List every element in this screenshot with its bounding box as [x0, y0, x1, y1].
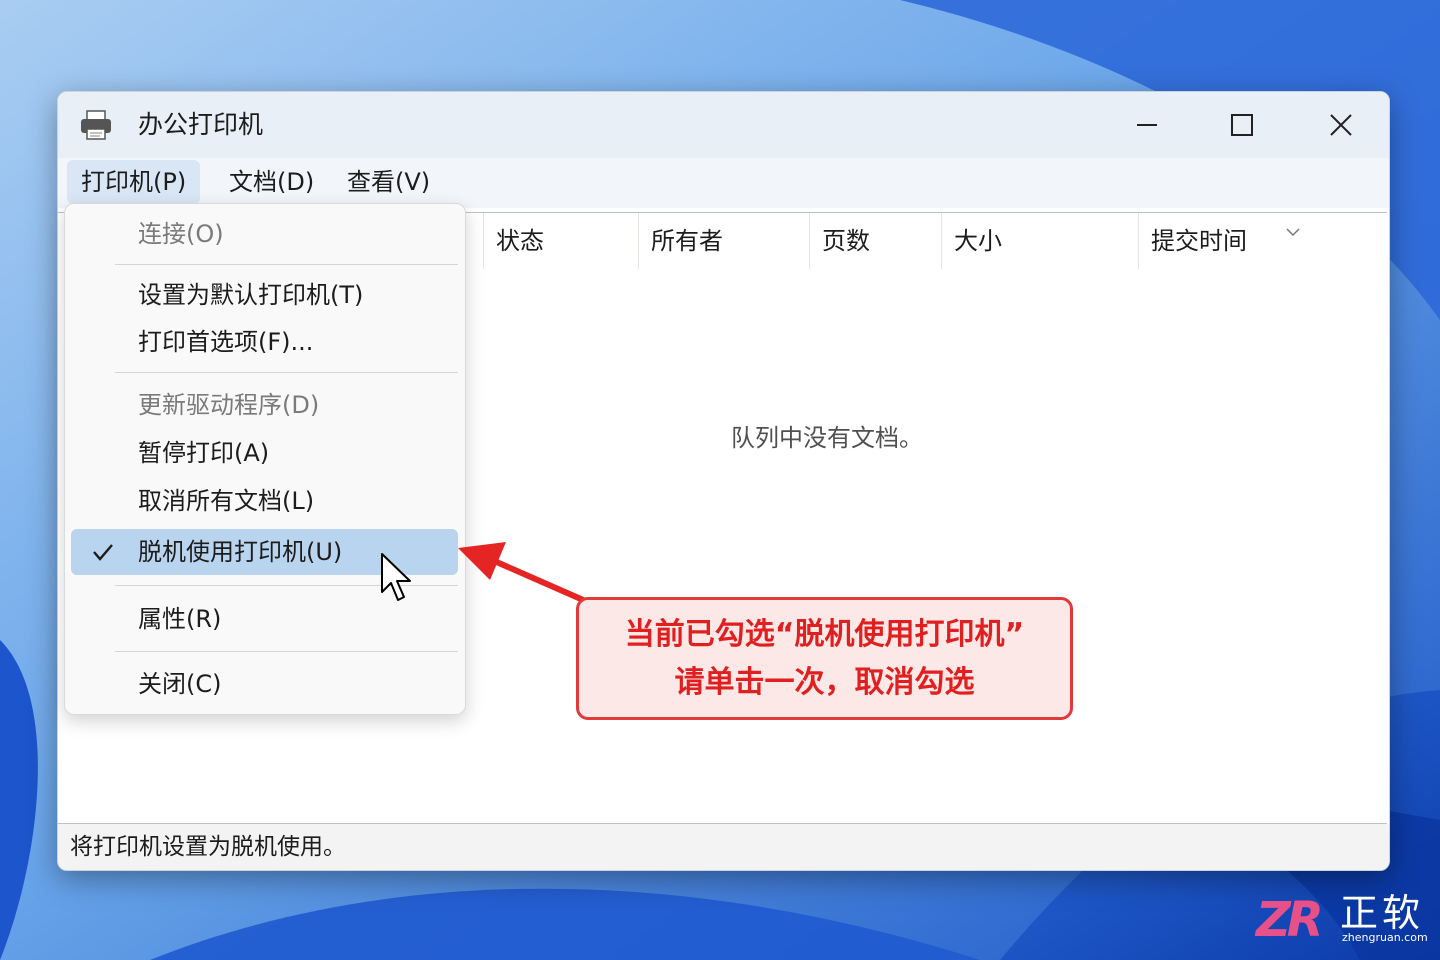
callout-line-1: 当前已勾选“脱机使用打印机”: [624, 616, 1025, 652]
callout-line-2: 请单击一次，取消勾选: [674, 664, 975, 700]
minimize-icon: [1137, 124, 1157, 126]
menu-view[interactable]: 查看(V): [333, 160, 444, 204]
printer-menu-dropdown: 连接(O) 设置为默认打印机(T) 打印首选项(F)... 更新驱动程序(D) …: [64, 203, 466, 715]
printer-icon: [81, 110, 111, 140]
close-icon: [1330, 114, 1352, 136]
column-header-submitted[interactable]: 提交时间: [1138, 213, 1386, 269]
menu-item-connect: 连接(O): [138, 220, 224, 248]
watermark: ZR 正软 zhengruan.com: [1256, 891, 1428, 948]
menu-separator: [115, 264, 458, 265]
mouse-pointer-icon: [381, 553, 411, 601]
title-bar[interactable]: 办公打印机: [58, 92, 1389, 158]
menu-item-close[interactable]: 关闭(C): [71, 661, 458, 707]
menu-item-cancel-all-documents[interactable]: 取消所有文档(L): [71, 478, 458, 524]
close-button[interactable]: [1301, 100, 1381, 150]
watermark-brand: 正软: [1340, 891, 1425, 935]
menu-separator: [115, 651, 458, 652]
column-header-owner[interactable]: 所有者: [638, 213, 809, 269]
checkmark-icon: [93, 544, 113, 561]
minimize-button[interactable]: [1107, 100, 1187, 150]
column-header-size[interactable]: 大小: [941, 213, 1138, 269]
menu-item-printing-preferences[interactable]: 打印首选项(F)...: [71, 319, 458, 365]
menu-item-set-default[interactable]: 设置为默认打印机(T): [71, 272, 458, 318]
status-bar: 将打印机设置为脱机使用。: [58, 824, 1389, 870]
menu-printer[interactable]: 打印机(P): [67, 160, 201, 204]
menu-item-label: 脱机使用打印机(U): [138, 538, 343, 566]
empty-queue-message: 队列中没有文档。: [731, 424, 923, 452]
menu-item-update-driver: 更新驱动程序(D): [138, 391, 320, 419]
watermark-url: zhengruan.com: [1342, 931, 1428, 944]
status-text: 将打印机设置为脱机使用。: [70, 834, 346, 860]
instruction-callout: 当前已勾选“脱机使用打印机” 请单击一次，取消勾选: [576, 597, 1073, 720]
chevron-down-icon: [1286, 228, 1300, 237]
menu-item-pause-printing[interactable]: 暂停打印(A): [71, 430, 458, 476]
maximize-icon: [1231, 114, 1253, 136]
column-header-pages[interactable]: 页数: [809, 213, 941, 269]
menu-separator: [115, 372, 458, 373]
watermark-logo: ZR: [1256, 892, 1324, 948]
column-header-status[interactable]: 状态: [483, 213, 638, 269]
maximize-button[interactable]: [1202, 100, 1282, 150]
menu-bar: 打印机(P) 文档(D) 查看(V): [58, 158, 1389, 208]
menu-document[interactable]: 文档(D): [215, 160, 328, 204]
window-title: 办公打印机: [138, 110, 264, 139]
